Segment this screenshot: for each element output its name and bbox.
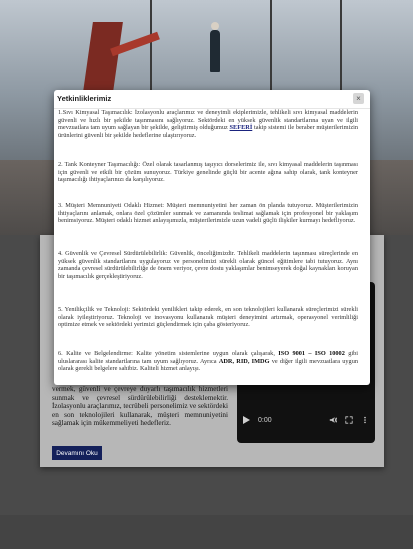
card-text: vermek, güvenli ve çevreye duyarlı taşım… bbox=[52, 385, 228, 428]
more-options-icon[interactable] bbox=[361, 416, 369, 424]
modal-title: Yetkinliklerimiz bbox=[57, 94, 112, 103]
video-controls: 0:00 bbox=[237, 407, 375, 433]
paragraph-liquid-chemical: 1.Sıvı Kimyasal Taşımacılık: İzolasyonlu… bbox=[58, 109, 359, 140]
crane-graphic bbox=[83, 22, 123, 92]
paragraph-customer-satisfaction: 3. Müşteri Memnuniyeti Odaklı Hizmet: Mü… bbox=[58, 202, 358, 225]
modal-header: Yetkinliklerimiz × bbox=[54, 90, 370, 109]
volume-icon[interactable] bbox=[329, 416, 337, 424]
competencies-modal: Yetkinliklerimiz × 1.Sıvı Kimyasal Taşım… bbox=[54, 90, 370, 385]
read-more-button[interactable]: Devamını Oku bbox=[52, 446, 102, 460]
paragraph-safety-sustainability: 4. Güvenlik ve Çevresel Sürdürülebilirli… bbox=[58, 250, 358, 281]
close-button[interactable]: × bbox=[353, 93, 364, 104]
fullscreen-icon[interactable] bbox=[345, 416, 353, 424]
paragraph-innovation-technology: 5. Yenilikçilik ve Teknoloji: Sektördeki… bbox=[58, 306, 358, 329]
seferi-link[interactable]: SEFERİ bbox=[230, 124, 253, 131]
paragraph-tank-container: 2. Tank Konteyner Taşımacılığı: Özel ola… bbox=[58, 161, 358, 184]
video-time: 0:00 bbox=[258, 416, 272, 424]
paragraph-quality-certification: 6. Kalite ve Belgelendirme: Kalite yönet… bbox=[58, 350, 359, 373]
modal-body: 1.Sıvı Kimyasal Taşımacılık: İzolasyonlu… bbox=[54, 109, 370, 385]
worker-figure bbox=[210, 30, 220, 72]
play-icon[interactable] bbox=[243, 416, 250, 424]
page-footer-strip bbox=[0, 515, 413, 549]
